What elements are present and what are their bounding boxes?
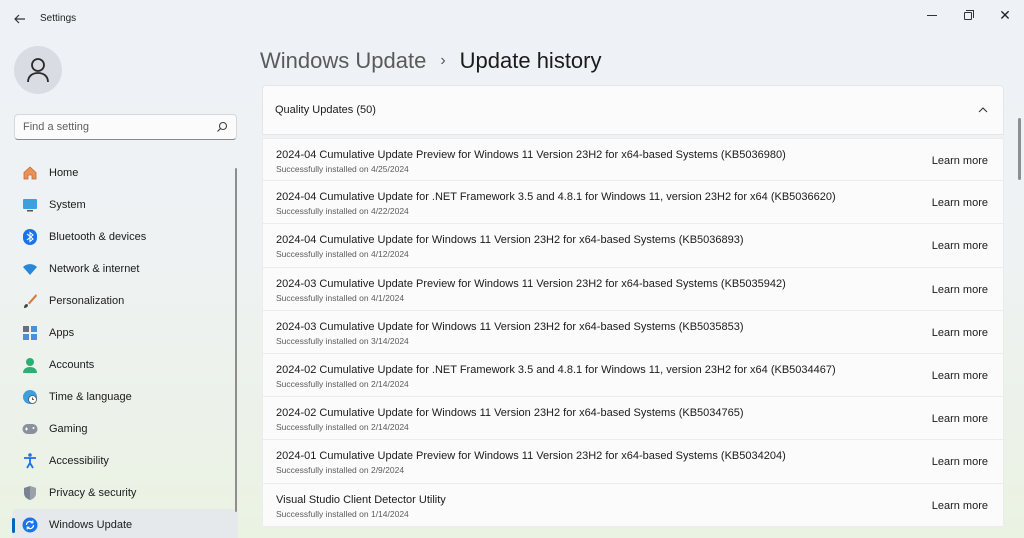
sidebar-item-bluetooth[interactable]: Bluetooth & devices: [12, 221, 238, 253]
sidebar-item-windows-update[interactable]: Windows Update: [12, 509, 238, 538]
chevron-right-icon: ›: [440, 52, 446, 69]
sidebar-item-label: Home: [49, 167, 79, 179]
sidebar-item-personalization[interactable]: Personalization: [12, 285, 238, 317]
update-status: Successfully installed on 2/14/2024: [276, 422, 409, 433]
home-icon: [21, 164, 39, 182]
sidebar-item-label: Network & internet: [49, 263, 140, 275]
update-title: Visual Studio Client Detector Utility: [276, 493, 446, 506]
update-title: 2024-04 Cumulative Update Preview for Wi…: [276, 149, 786, 161]
close-icon: ✕: [999, 7, 1011, 23]
sidebar-item-gaming[interactable]: Gaming: [12, 413, 238, 445]
learn-more-link[interactable]: Learn more: [932, 327, 988, 339]
update-status: Successfully installed on 2/14/2024: [276, 378, 409, 389]
breadcrumb: Windows Update › Update history: [260, 44, 602, 78]
learn-more-link[interactable]: Learn more: [932, 284, 988, 296]
update-title: 2024-02 Cumulative Update for Windows 11…: [276, 407, 744, 420]
accounts-icon: [21, 356, 39, 374]
sidebar-item-home[interactable]: Home: [12, 157, 238, 189]
section-title: Quality Updates (50): [275, 104, 376, 116]
search-input[interactable]: [15, 115, 205, 139]
update-list: 2024-04 Cumulative Update Preview for Wi…: [262, 138, 1004, 527]
restore-button[interactable]: [950, 5, 986, 25]
user-icon: [27, 58, 49, 83]
sidebar-item-label: System: [49, 199, 86, 211]
sidebar-scrollbar[interactable]: [235, 168, 237, 512]
shield-icon: [21, 484, 39, 502]
sidebar-item-label: Apps: [49, 327, 75, 339]
restore-icon: [964, 9, 974, 20]
search-box[interactable]: [14, 114, 237, 140]
sidebar-item-label: Gaming: [49, 423, 88, 435]
update-title: 2024-03 Cumulative Update for Windows 11…: [276, 320, 744, 333]
sidebar-item-network[interactable]: Network & internet: [12, 253, 238, 285]
back-button[interactable]: [10, 9, 30, 29]
update-row: 2024-04 Cumulative Update Preview for Wi…: [262, 138, 1004, 182]
sidebar-item-label: Accounts: [49, 359, 95, 371]
learn-more-link[interactable]: Learn more: [932, 370, 988, 382]
update-status: Successfully installed on 3/14/2024: [276, 335, 409, 346]
update-row: 2024-04 Cumulative Update for .NET Frame…: [262, 181, 1004, 225]
apps-icon: [21, 324, 39, 342]
back-arrow-icon: [14, 14, 25, 24]
update-status: Successfully installed on 4/22/2024: [276, 206, 409, 217]
quality-updates-header[interactable]: Quality Updates (50): [262, 85, 1004, 135]
sidebar-item-accessibility[interactable]: Accessibility: [12, 445, 238, 477]
update-row: 2024-02 Cumulative Update for .NET Frame…: [262, 353, 1004, 398]
update-row: 2024-02 Cumulative Update for Windows 11…: [262, 397, 1004, 441]
update-status: Successfully installed on 4/25/2024: [276, 164, 409, 174]
sidebar-item-accounts[interactable]: Accounts: [12, 349, 238, 381]
bluetooth-icon: [21, 228, 39, 246]
globe-clock-icon: [21, 388, 39, 406]
update-row: 2024-01 Cumulative Update Preview for Wi…: [262, 440, 1004, 484]
title-bar: Settings ✕: [0, 0, 1024, 38]
update-row: 2024-03 Cumulative Update Preview for Wi…: [262, 267, 1004, 311]
update-title: 2024-04 Cumulative Update for .NET Frame…: [276, 191, 836, 204]
main-scrollbar[interactable]: [1018, 118, 1021, 180]
learn-more-link[interactable]: Learn more: [932, 413, 988, 425]
update-status: Successfully installed on 1/14/2024: [276, 508, 409, 519]
learn-more-link[interactable]: Learn more: [932, 500, 988, 512]
update-title: 2024-01 Cumulative Update Preview for Wi…: [276, 450, 786, 463]
update-row: 2024-03 Cumulative Update for Windows 11…: [262, 310, 1004, 354]
minimize-icon: [927, 15, 937, 17]
windows-update-icon: [21, 516, 39, 534]
sidebar-item-label: Time & language: [49, 391, 132, 403]
sidebar-item-label: Accessibility: [49, 455, 109, 467]
search-icon[interactable]: [216, 120, 228, 138]
update-title: 2024-03 Cumulative Update Preview for Wi…: [276, 277, 786, 290]
learn-more-link[interactable]: Learn more: [932, 197, 988, 209]
close-button[interactable]: ✕: [987, 5, 1023, 25]
system-icon: [21, 196, 39, 214]
breadcrumb-parent-link[interactable]: Windows Update: [260, 48, 426, 74]
sidebar-item-label: Bluetooth & devices: [49, 231, 147, 243]
sidebar-item-apps[interactable]: Apps: [12, 317, 238, 349]
update-row: 2024-04 Cumulative Update for Windows 11…: [262, 224, 1004, 268]
update-title: 2024-02 Cumulative Update for .NET Frame…: [276, 363, 836, 376]
sidebar-item-label: Windows Update: [49, 519, 133, 531]
accessibility-icon: [21, 452, 39, 470]
update-title: 2024-04 Cumulative Update for Windows 11…: [276, 234, 744, 247]
learn-more-link[interactable]: Learn more: [932, 155, 988, 167]
sidebar-nav: Home System Bluetooth & devices Network …: [12, 157, 238, 538]
sidebar-item-label: Privacy & security: [49, 487, 137, 499]
update-status: Successfully installed on 2/9/2024: [276, 465, 405, 476]
app-title: Settings: [40, 13, 77, 24]
chevron-up-icon[interactable]: [975, 102, 991, 118]
sidebar-item-label: Personalization: [49, 295, 125, 307]
sidebar-item-system[interactable]: System: [12, 189, 238, 221]
sidebar-item-time-language[interactable]: Time & language: [12, 381, 238, 413]
update-status: Successfully installed on 4/1/2024: [276, 292, 405, 303]
brush-icon: [21, 292, 39, 310]
update-row: Visual Studio Client Detector Utility Su…: [262, 483, 1004, 527]
wifi-icon: [21, 260, 39, 278]
learn-more-link[interactable]: Learn more: [932, 456, 988, 468]
sidebar-item-privacy[interactable]: Privacy & security: [12, 477, 238, 509]
avatar[interactable]: [14, 46, 62, 94]
page-title: Update history: [459, 48, 602, 73]
learn-more-link[interactable]: Learn more: [932, 240, 988, 252]
update-status: Successfully installed on 4/12/2024: [276, 249, 409, 260]
minimize-button[interactable]: [914, 5, 950, 25]
gamepad-icon: [21, 420, 39, 438]
